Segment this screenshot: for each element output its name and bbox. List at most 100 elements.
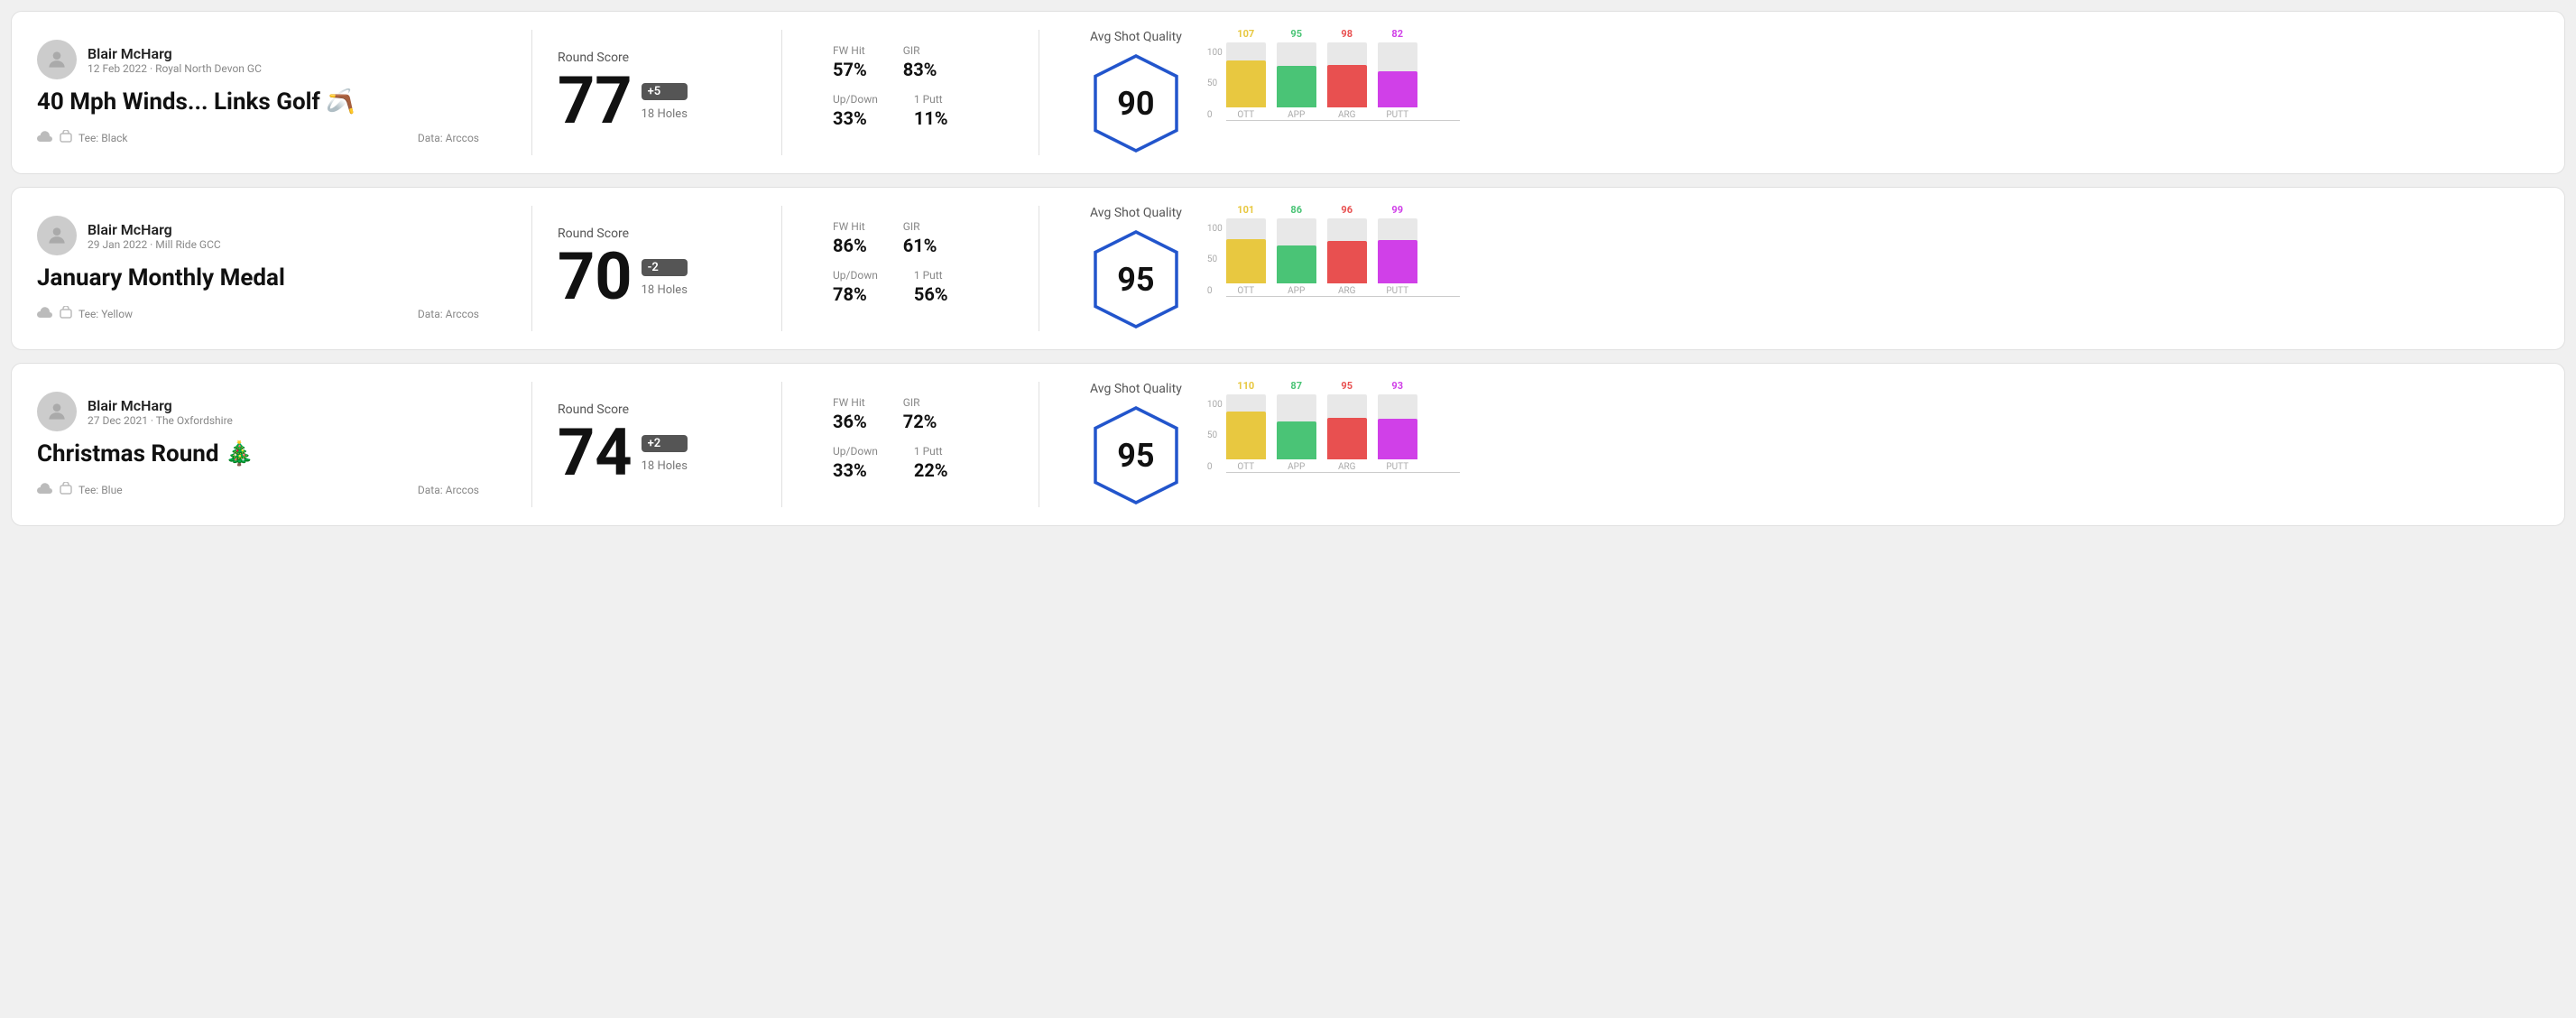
bar-value-ott: 110 <box>1237 380 1254 392</box>
stat-updown: Up/Down 33% <box>833 445 878 481</box>
bar-x-label-putt: PUTT <box>1386 110 1408 120</box>
score-section: Round Score 74 +2 18 Holes <box>558 403 756 487</box>
quality-section: Avg Shot Quality 95 100 50 0 <box>1090 382 1460 507</box>
quality-label: Avg Shot Quality <box>1090 382 1182 396</box>
holes-label: 18 Holes <box>642 283 688 297</box>
quality-label: Avg Shot Quality <box>1090 30 1182 44</box>
bar-x-label-ott: OTT <box>1237 286 1254 296</box>
score-row: 74 +2 18 Holes <box>558 421 756 486</box>
gir-label: GIR <box>903 396 937 409</box>
y-axis: 100 50 0 <box>1207 48 1223 138</box>
bar-x-label-arg: ARG <box>1338 462 1356 472</box>
round-card-1: Blair McHarg 12 Feb 2022 · Royal North D… <box>11 11 2565 174</box>
bar-col-arg: 95 ARG <box>1327 380 1367 472</box>
footer-row: Tee: Yellow Data: Arccos <box>37 306 479 321</box>
bar-value-app: 95 <box>1290 28 1302 40</box>
bar-chart-section: 100 50 0 110 OTT 87 <box>1207 400 1460 490</box>
round-card-2: Blair McHarg 29 Jan 2022 · Mill Ride GCC… <box>11 187 2565 350</box>
bar-col-arg: 98 ARG <box>1327 28 1367 120</box>
user-header: Blair McHarg 27 Dec 2021 · The Oxfordshi… <box>37 392 479 431</box>
bar-x-label-arg: ARG <box>1338 110 1356 120</box>
bar-x-label-ott: OTT <box>1237 110 1254 120</box>
round-title: 40 Mph Winds... Links Golf 🪃 <box>37 88 479 116</box>
stat-row-top: FW Hit 36% GIR 72% <box>833 396 1013 432</box>
quality-score: 95 <box>1117 437 1154 475</box>
bar-col-ott: 110 OTT <box>1226 380 1266 472</box>
gir-value: 61% <box>903 235 937 256</box>
bar-value-putt: 99 <box>1391 204 1403 216</box>
quality-section: Avg Shot Quality 95 100 50 0 <box>1090 206 1460 331</box>
stat-updown: Up/Down 33% <box>833 93 878 129</box>
y-axis: 100 50 0 <box>1207 400 1223 490</box>
oneputt-value: 22% <box>914 459 948 481</box>
stat-gir: GIR 83% <box>903 44 937 80</box>
bar-col-ott: 101 OTT <box>1226 204 1266 296</box>
left-section: Blair McHarg 29 Jan 2022 · Mill Ride GCC… <box>37 216 506 321</box>
divider-1 <box>531 206 532 331</box>
bar-col-putt: 93 PUTT <box>1378 380 1417 472</box>
score-badge: +5 <box>642 83 688 100</box>
stat-fw-hit: FW Hit 36% <box>833 396 867 432</box>
score-row: 77 +5 18 Holes <box>558 69 756 134</box>
bag-icon <box>59 306 73 321</box>
fw-hit-label: FW Hit <box>833 396 867 409</box>
bar-col-app: 95 APP <box>1277 28 1316 120</box>
stat-gir: GIR 61% <box>903 220 937 256</box>
stat-fw-hit: FW Hit 57% <box>833 44 867 80</box>
stat-row-top: FW Hit 86% GIR 61% <box>833 220 1013 256</box>
stats-section: FW Hit 36% GIR 72% Up/Down 33% 1 Putt <box>833 396 1013 494</box>
gir-value: 83% <box>903 59 937 80</box>
date-course: 27 Dec 2021 · The Oxfordshire <box>88 414 233 427</box>
bar-value-ott: 107 <box>1237 28 1254 40</box>
user-info: Blair McHarg 29 Jan 2022 · Mill Ride GCC <box>88 221 221 251</box>
user-header: Blair McHarg 29 Jan 2022 · Mill Ride GCC <box>37 216 479 255</box>
quality-label: Avg Shot Quality <box>1090 206 1182 220</box>
bag-icon <box>59 482 73 497</box>
updown-label: Up/Down <box>833 269 878 282</box>
bar-col-putt: 99 PUTT <box>1378 204 1417 296</box>
score-section: Round Score 70 -2 18 Holes <box>558 227 756 311</box>
bar-x-label-putt: PUTT <box>1386 462 1408 472</box>
footer-row: Tee: Black Data: Arccos <box>37 130 479 145</box>
bar-col-arg: 96 ARG <box>1327 204 1367 296</box>
hexagon: 90 <box>1091 51 1181 155</box>
user-name: Blair McHarg <box>88 45 262 62</box>
score-row: 70 -2 18 Holes <box>558 245 756 310</box>
tee-label: Tee: Black <box>78 132 127 144</box>
fw-hit-label: FW Hit <box>833 220 867 233</box>
oneputt-label: 1 Putt <box>914 269 948 282</box>
updown-label: Up/Down <box>833 445 878 458</box>
fw-hit-value: 86% <box>833 235 867 256</box>
bar-x-label-putt: PUTT <box>1386 286 1408 296</box>
bar-x-label-app: APP <box>1288 286 1305 296</box>
user-header: Blair McHarg 12 Feb 2022 · Royal North D… <box>37 40 479 79</box>
data-source: Data: Arccos <box>418 308 479 320</box>
divider-1 <box>531 30 532 155</box>
bar-x-label-app: APP <box>1288 110 1305 120</box>
stat-oneputt: 1 Putt 56% <box>914 269 948 305</box>
user-name: Blair McHarg <box>88 221 221 238</box>
bar-col-app: 86 APP <box>1277 204 1316 296</box>
tee-info: Tee: Yellow <box>37 306 133 321</box>
stats-section: FW Hit 86% GIR 61% Up/Down 78% 1 Putt <box>833 220 1013 318</box>
bar-value-arg: 95 <box>1341 380 1353 392</box>
score-section: Round Score 77 +5 18 Holes <box>558 51 756 135</box>
gir-label: GIR <box>903 220 937 233</box>
stat-row-bottom: Up/Down 33% 1 Putt 22% <box>833 445 1013 481</box>
updown-value: 33% <box>833 459 878 481</box>
bar-x-label-app: APP <box>1288 462 1305 472</box>
tee-label: Tee: Yellow <box>78 308 133 320</box>
oneputt-label: 1 Putt <box>914 93 948 106</box>
bar-col-putt: 82 PUTT <box>1378 28 1417 120</box>
oneputt-value: 56% <box>914 283 948 305</box>
quality-score: 95 <box>1117 261 1154 299</box>
bar-value-putt: 93 <box>1391 380 1403 392</box>
gir-label: GIR <box>903 44 937 57</box>
bar-value-ott: 101 <box>1237 204 1254 216</box>
date-course: 12 Feb 2022 · Royal North Devon GC <box>88 62 262 75</box>
divider-2 <box>781 382 782 507</box>
stat-row-bottom: Up/Down 78% 1 Putt 56% <box>833 269 1013 305</box>
score-number: 70 <box>558 245 632 310</box>
divider-2 <box>781 206 782 331</box>
fw-hit-value: 57% <box>833 59 867 80</box>
